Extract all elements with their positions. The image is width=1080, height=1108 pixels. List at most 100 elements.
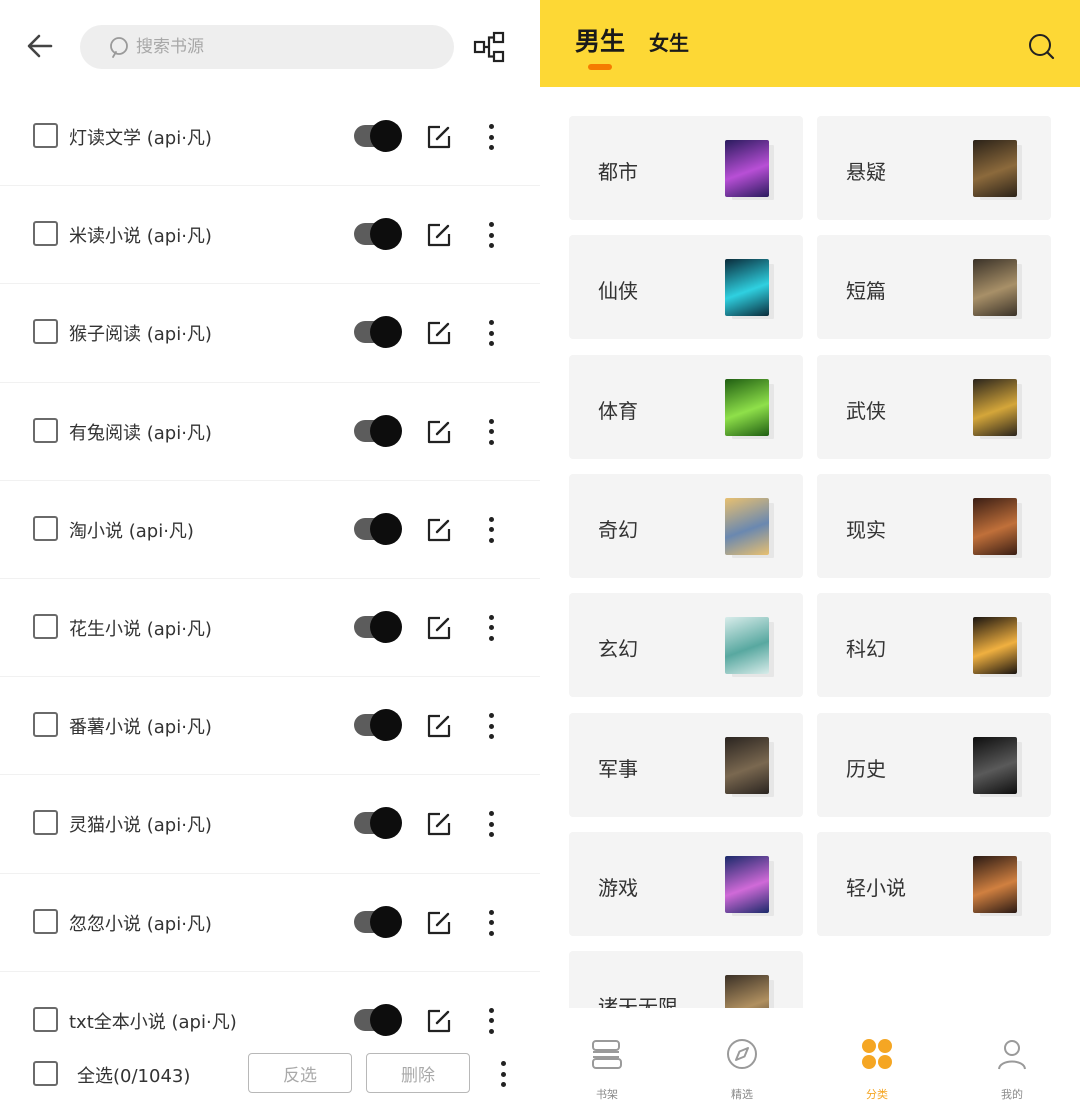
category-card[interactable]: 历史 <box>817 712 1051 817</box>
source-search-box[interactable] <box>80 25 454 69</box>
tab-male[interactable]: 男生 <box>575 22 625 58</box>
category-card[interactable]: 悬疑 <box>817 116 1051 220</box>
footer-more-icon[interactable] <box>490 1059 516 1089</box>
book-cover-image <box>725 975 769 1008</box>
more-icon[interactable] <box>478 122 504 152</box>
more-icon[interactable] <box>478 711 504 741</box>
source-enable-toggle[interactable] <box>354 120 402 152</box>
source-row[interactable]: 番薯小说 (api·凡) <box>0 677 540 776</box>
edit-icon[interactable] <box>426 910 452 936</box>
more-icon[interactable] <box>478 515 504 545</box>
edit-icon[interactable] <box>426 320 452 346</box>
source-enable-toggle[interactable] <box>354 709 402 742</box>
source-name: 灵猫小说 (api·凡) <box>69 815 212 837</box>
category-label: 历史 <box>846 756 886 781</box>
source-enable-toggle[interactable] <box>354 905 402 938</box>
edit-icon[interactable] <box>426 615 452 641</box>
source-row[interactable]: 淘小说 (api·凡) <box>0 481 540 579</box>
category-label: 悬疑 <box>846 160 886 184</box>
arrow-left-icon <box>27 34 53 58</box>
compass-icon <box>724 1036 760 1076</box>
edit-icon[interactable] <box>426 713 452 739</box>
category-label: 轻小说 <box>846 875 906 900</box>
more-icon[interactable] <box>478 809 504 839</box>
book-cover-image <box>725 736 769 794</box>
source-row[interactable]: 灯读文学 (api·凡) <box>0 88 540 187</box>
category-card[interactable]: 武侠 <box>817 354 1051 459</box>
profile-icon <box>994 1036 1030 1076</box>
source-enable-toggle[interactable] <box>354 218 402 251</box>
source-enable-toggle[interactable] <box>354 807 402 840</box>
category-label: 仙侠 <box>598 279 638 304</box>
nav-item-compass[interactable]: 精选 <box>702 1036 782 1108</box>
category-card[interactable]: 诸天无限 <box>569 951 803 1008</box>
category-label: 现实 <box>846 517 886 542</box>
back-button[interactable] <box>22 28 58 64</box>
source-row[interactable]: 灵猫小说 (api·凡) <box>0 775 540 874</box>
category-card[interactable]: 游戏 <box>569 831 803 936</box>
source-row[interactable]: 花生小说 (api·凡) <box>0 579 540 678</box>
nav-item-bookshelf[interactable]: 书架 <box>567 1036 647 1108</box>
source-list: 灯读文学 (api·凡) 米读小说 (api·凡) 猴子阅读 (api·凡) 有兔阅读… <box>0 88 540 1070</box>
nav-item-profile[interactable]: 我的 <box>972 1036 1052 1108</box>
delete-button[interactable]: 删除 <box>366 1053 470 1093</box>
category-card[interactable]: 仙侠 <box>569 235 803 340</box>
category-card[interactable]: 短篇 <box>817 235 1051 340</box>
more-icon[interactable] <box>478 908 504 938</box>
category-card[interactable]: 现实 <box>817 473 1051 578</box>
source-row[interactable]: 米读小说 (api·凡) <box>0 186 540 285</box>
category-card[interactable]: 科幻 <box>817 593 1051 698</box>
source-checkbox[interactable] <box>33 1006 58 1032</box>
source-checkbox[interactable] <box>33 613 58 639</box>
edit-icon[interactable] <box>426 1008 452 1034</box>
source-checkbox[interactable] <box>33 908 58 934</box>
source-checkbox[interactable] <box>33 221 58 247</box>
category-card[interactable]: 都市 <box>569 116 803 220</box>
category-card[interactable]: 奇幻 <box>569 473 803 578</box>
source-checkbox[interactable] <box>33 417 58 443</box>
search-icon <box>110 37 128 58</box>
source-checkbox[interactable] <box>33 515 58 541</box>
source-checkbox[interactable] <box>33 123 58 148</box>
edit-icon[interactable] <box>426 517 452 543</box>
category-label: 都市 <box>598 160 638 184</box>
more-icon[interactable] <box>478 1006 504 1036</box>
edit-icon[interactable] <box>426 811 452 837</box>
search-icon[interactable] <box>1026 32 1056 62</box>
source-checkbox[interactable] <box>33 810 58 836</box>
tab-indicator <box>588 64 612 70</box>
book-cover-image <box>973 259 1017 317</box>
source-row[interactable]: 有兔阅读 (api·凡) <box>0 383 540 481</box>
source-enable-toggle[interactable] <box>354 610 402 643</box>
source-enable-toggle[interactable] <box>354 512 402 545</box>
source-search-input[interactable] <box>136 37 436 57</box>
invert-selection-button[interactable]: 反选 <box>248 1053 352 1093</box>
source-row[interactable]: 忽忽小说 (api·凡) <box>0 874 540 972</box>
tab-female[interactable]: 女生 <box>649 27 689 56</box>
more-icon[interactable] <box>478 220 504 250</box>
source-enable-toggle[interactable] <box>354 316 402 349</box>
source-enable-toggle[interactable] <box>354 1003 402 1036</box>
source-name: 番薯小说 (api·凡) <box>69 717 212 739</box>
source-checkbox[interactable] <box>33 712 58 738</box>
source-enable-toggle[interactable] <box>354 414 402 447</box>
category-card[interactable]: 轻小说 <box>817 831 1051 936</box>
edit-icon[interactable] <box>426 419 452 445</box>
nav-item-category[interactable]: 分类 <box>837 1036 917 1108</box>
source-row[interactable]: 猴子阅读 (api·凡) <box>0 284 540 383</box>
category-card[interactable]: 体育 <box>569 354 803 459</box>
edit-icon[interactable] <box>426 222 452 248</box>
more-icon[interactable] <box>478 318 504 348</box>
select-all-checkbox[interactable] <box>33 1061 58 1086</box>
more-icon[interactable] <box>478 613 504 643</box>
group-tree-icon[interactable] <box>472 30 506 64</box>
nav-label: 书架 <box>596 1088 618 1101</box>
category-card[interactable]: 军事 <box>569 712 803 817</box>
source-checkbox[interactable] <box>33 319 58 345</box>
more-icon[interactable] <box>478 417 504 447</box>
select-all-label[interactable]: 全选(0/1043) <box>77 1062 190 1088</box>
category-card[interactable]: 玄幻 <box>569 593 803 698</box>
book-cover-image <box>973 140 1017 197</box>
edit-icon[interactable] <box>426 124 452 150</box>
source-name: 有兔阅读 (api·凡) <box>69 422 212 444</box>
